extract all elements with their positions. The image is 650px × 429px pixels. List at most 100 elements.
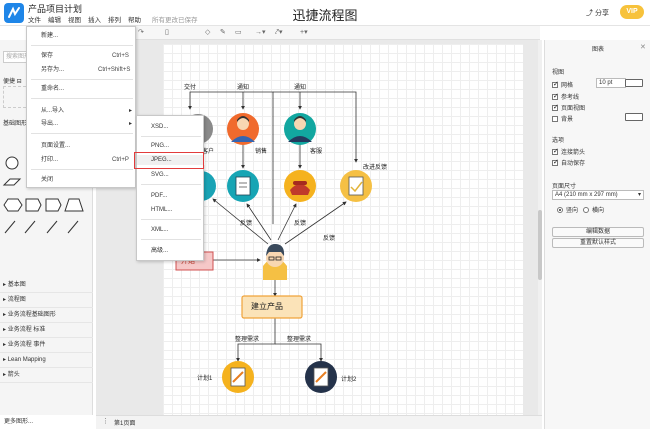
grid-color-swatch[interactable] [625,79,643,87]
export-pdf[interactable]: PDF... [137,191,205,201]
toolbar: ↷ ▯ ◇ ✎ ▭ →▾ ⤤▾ +▾ [135,26,540,40]
redo-icon[interactable]: ↷ [138,28,144,36]
export-xsd[interactable]: XSD... [137,122,205,132]
menu-separator [31,79,133,80]
library-flowchart[interactable]: ▸ 流程图 [0,293,93,308]
title-bar: 产品项目计划 文件 编辑 视图 插入 排列 帮助 所有更改已保存 迅捷流程图 ⤴… [0,0,650,26]
menu-item-save-as[interactable]: 另存为... Ctrl+Shift+S [27,65,137,75]
format-panel-title: 图表 [591,47,604,53]
reset-style-button[interactable]: 重置默认样式 [552,238,644,248]
export-svg[interactable]: SVG... [137,170,205,180]
library-bpmn-events[interactable]: ▸ 业务流程 事件 [0,338,93,353]
menu-item-export[interactable]: 导出... ▸ [27,119,137,129]
paper-size-select[interactable]: A4 (210 mm x 297 mm) ▾ [552,190,644,200]
page-menu-icon[interactable]: ⋮ [102,417,109,425]
export-advanced[interactable]: 高级... [137,246,205,256]
label-notify-1: 通知 [237,85,250,91]
grid-checkbox[interactable]: 网格 [552,80,573,89]
menu-insert[interactable]: 插入 [88,14,101,24]
menu-item-page-setup[interactable]: 页面设置... [27,141,137,151]
menu-file[interactable]: 文件 [28,14,41,24]
line-color-icon[interactable]: ✎ [220,28,226,36]
portrait-radio[interactable]: 竖向 [557,205,578,214]
options-heading: 选项 [552,138,565,144]
app-logo [4,3,24,23]
menu-bar: 文件 编辑 视图 插入 排列 帮助 所有更改已保存 [28,14,198,24]
library-basic[interactable]: ▸ 基本图 [0,278,93,293]
label-improve-feedback: 改进反馈 [363,165,388,171]
page-tab-1[interactable]: 第1页面 [114,418,135,427]
menu-help[interactable]: 帮助 [128,14,141,24]
label-feedback-2: 反馈 [294,221,307,227]
diagram-page[interactable]: 交付 通知 通知 客户 销售 客服 改进反馈 反馈 反馈 反馈 开始 建立产品 … [163,44,523,415]
chevron-down-icon: ▾ [637,192,641,198]
fill-color-icon[interactable]: ◇ [205,28,210,36]
library-bpmn-standard[interactable]: ▸ 业务流程 标准 [0,323,93,338]
insert-plus-icon[interactable]: +▾ [300,28,308,36]
menu-edit[interactable]: 编辑 [48,14,61,24]
edit-data-button[interactable]: 编辑数据 [552,227,644,237]
label-customer-service: 客服 [310,149,323,155]
improvement-feedback-icon [340,170,372,202]
menu-view[interactable]: 视图 [68,14,81,24]
menu-separator [31,169,133,170]
label-feedback-1: 反馈 [240,221,253,227]
diagram-svg [175,91,372,393]
shadow-icon[interactable]: ▭ [235,28,242,36]
more-shapes-button[interactable]: 更多图形... [4,416,33,425]
selection-highlight [134,152,204,169]
menu-separator [141,184,201,185]
chevron-right-icon: ▸ [129,121,133,127]
sales-person-icon [227,113,259,145]
library-bpmn-basic[interactable]: ▸ 业务流程基础图形 [0,308,93,323]
menu-item-new[interactable]: 新建... [27,31,137,41]
scrollbar-thumb[interactable] [538,210,542,280]
menu-separator [31,133,133,134]
close-icon[interactable]: ✕ [640,43,646,51]
guides-checkbox[interactable]: 参考线 [552,92,579,101]
menu-item-save[interactable]: 保存 Ctrl+S [27,51,137,61]
page-view-checkbox[interactable]: 页面视图 [552,103,585,112]
share-icon: ⤴ [586,10,593,17]
connect-arrows-checkbox[interactable]: 连接箭头 [552,147,585,156]
label-plan2: 计划2 [341,377,357,383]
plan1-icon [222,361,254,393]
menu-arrange[interactable]: 排列 [108,14,121,24]
delete-icon[interactable]: ▯ [165,28,169,36]
customer-service-person-icon [284,113,316,145]
label-feedback-3: 反馈 [323,236,336,242]
landscape-radio[interactable]: 横向 [583,205,604,214]
save-status: 所有更改已保存 [152,17,198,24]
export-submenu: XSD... PNG... JPEG... SVG... PDF... HTML… [134,115,205,261]
clipboard-icon [227,170,259,202]
export-png[interactable]: PNG... [137,141,205,151]
manager-person-icon [263,244,287,280]
export-html[interactable]: HTML... [137,205,205,215]
share-button[interactable]: ⤴ 分享 [586,8,609,18]
connection-icon[interactable]: →▾ [255,28,266,36]
menu-separator [141,239,201,240]
menu-separator [31,98,133,99]
label-organize-needs-2: 整理需求 [287,337,312,343]
menu-item-rename[interactable]: 重命名... [27,84,137,94]
grid-size-input[interactable]: 10 pt [596,78,626,88]
menu-item-print[interactable]: 打印... Ctrl+P [27,155,137,165]
export-xml[interactable]: XML... [137,225,205,235]
menu-item-close[interactable]: 关闭 [27,175,137,185]
waypoint-icon[interactable]: ⤤▾ [275,28,282,37]
menu-separator [31,45,133,46]
background-checkbox[interactable]: 背景 [552,114,573,123]
share-label: 分享 [595,10,609,17]
background-color-swatch[interactable] [625,113,643,121]
menu-item-import[interactable]: 从...导入 ▸ [27,106,137,116]
menu-separator [141,136,201,137]
library-list: ▸ 基本图 ▸ 流程图 ▸ 业务流程基础图形 ▸ 业务流程 标准 ▸ 业务流程 … [0,278,93,383]
vip-badge[interactable]: VIP [620,5,644,19]
view-heading: 视图 [552,70,565,76]
chevron-right-icon: ▸ [129,108,133,114]
label-notify-2: 通知 [294,85,307,91]
library-arrows[interactable]: ▸ 箭头 [0,368,93,383]
vertical-scrollbar[interactable] [538,40,542,415]
library-lean-mapping[interactable]: ▸ Lean Mapping [0,353,93,368]
auto-save-checkbox[interactable]: 自动保存 [552,158,585,167]
